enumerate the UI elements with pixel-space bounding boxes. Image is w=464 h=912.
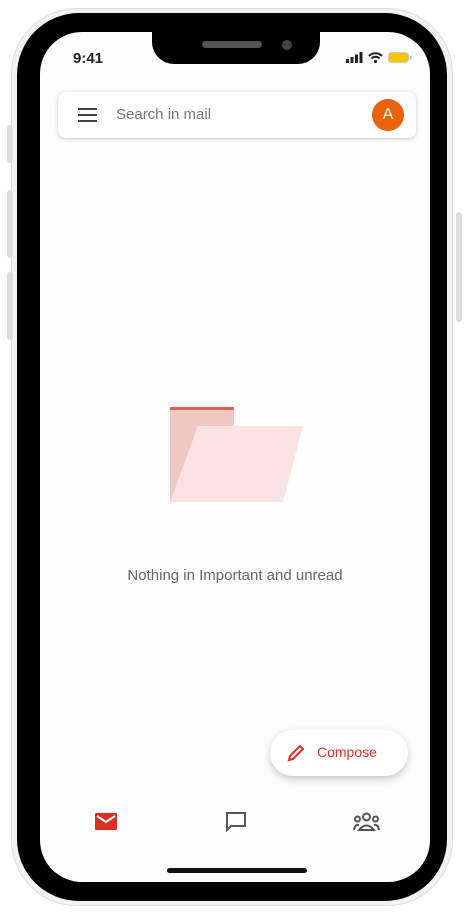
mail-icon[interactable] <box>95 813 117 830</box>
volume-up-button <box>7 190 13 258</box>
volume-down-button <box>7 272 13 340</box>
empty-folder-icon <box>170 407 303 502</box>
status-icons <box>346 52 412 63</box>
chat-icon[interactable] <box>225 811 247 833</box>
signal-icon <box>346 52 363 63</box>
status-time: 9:41 <box>73 50 104 67</box>
compose-label: Compose <box>317 744 377 760</box>
search-input[interactable]: Search in mail <box>116 106 211 123</box>
home-indicator[interactable] <box>167 868 307 873</box>
meet-icon[interactable] <box>353 812 380 832</box>
screen: 9:41 Search in mail A Nothing in Importa… <box>40 32 430 882</box>
avatar[interactable]: A <box>372 99 404 131</box>
compose-button[interactable]: Compose <box>270 730 408 776</box>
empty-state-message: Nothing in Important and unread <box>127 567 343 584</box>
battery-icon <box>388 52 412 63</box>
search-bar[interactable]: Search in mail A <box>58 92 416 138</box>
pencil-icon <box>287 744 305 762</box>
mute-switch <box>7 125 13 163</box>
notch <box>152 32 320 64</box>
wifi-icon <box>368 52 383 63</box>
power-button <box>456 212 462 322</box>
hamburger-menu-icon[interactable] <box>78 108 97 122</box>
